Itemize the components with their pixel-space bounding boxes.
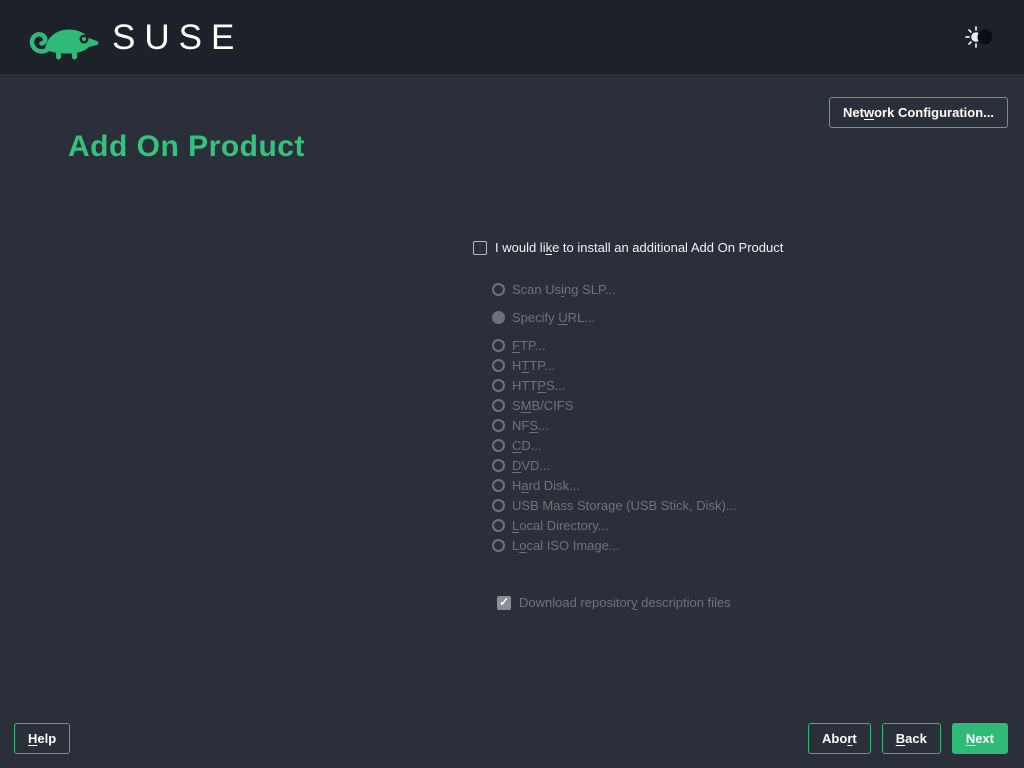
radio-circle-icon [492,499,505,512]
radio-local-directory[interactable]: Local Directory... [492,515,783,535]
suse-chameleon-icon [28,14,102,60]
radio-https[interactable]: HTTPS... [492,375,783,395]
radio-circle-icon [492,379,505,392]
help-button[interactable]: Help [14,723,70,754]
radio-ftp[interactable]: FTP... [492,335,783,355]
radio-dvd[interactable]: DVD... [492,455,783,475]
radio-circle-icon [492,339,505,352]
radio-specify-url[interactable]: Specify URL... [492,307,783,327]
radio-label: FTP... [512,338,546,353]
network-configuration-button[interactable]: Network Configuration... [829,97,1008,128]
download-descriptions-checkbox-box [497,596,511,610]
topbar: SUSE [0,0,1024,74]
install-addon-checkbox-box [473,241,487,255]
radio-circle-icon [492,539,505,552]
sun-moon-icon [964,25,996,49]
radio-label: HTTPS... [512,378,565,393]
theme-toggle-button[interactable] [964,25,996,49]
radio-nfs[interactable]: NFS... [492,415,783,435]
radio-label: Scan Using SLP... [512,282,616,297]
radio-circle-icon [492,311,505,324]
radio-circle-icon [492,399,505,412]
radio-http[interactable]: HTTP... [492,355,783,375]
install-addon-checkbox[interactable]: I would like to install an additional Ad… [473,239,783,256]
radio-circle-icon [492,519,505,532]
radio-scan-slp[interactable]: Scan Using SLP... [492,279,783,299]
radio-label: CD... [512,438,542,453]
radio-label: Specify URL... [512,310,595,325]
radio-circle-icon [492,419,505,432]
source-type-radio-group: Scan Using SLP... Specify URL... FTP... … [492,279,783,555]
radio-label: Hard Disk... [512,478,580,493]
radio-label: Local ISO Image... [512,538,620,553]
radio-circle-icon [492,479,505,492]
radio-label: DVD... [512,458,550,473]
radio-local-iso-image[interactable]: Local ISO Image... [492,535,783,555]
next-button[interactable]: Next [952,723,1008,754]
abort-button[interactable]: Abort [808,723,871,754]
addon-form: I would like to install an additional Ad… [473,239,783,611]
radio-circle-icon [492,283,505,296]
radio-usb-mass-storage[interactable]: USB Mass Storage (USB Stick, Disk)... [492,495,783,515]
radio-label: SMB/CIFS [512,398,573,413]
radio-smb-cifs[interactable]: SMB/CIFS [492,395,783,415]
radio-circle-icon [492,459,505,472]
radio-hard-disk[interactable]: Hard Disk... [492,475,783,495]
download-descriptions-checkbox[interactable]: Download repository description files [497,594,783,611]
radio-circle-icon [492,359,505,372]
download-descriptions-checkbox-label: Download repository description files [519,595,731,610]
radio-label: USB Mass Storage (USB Stick, Disk)... [512,498,737,513]
radio-circle-icon [492,439,505,452]
suse-logo: SUSE [28,14,243,60]
brand-wordmark: SUSE [112,20,243,55]
radio-label: HTTP... [512,358,555,373]
back-button[interactable]: Back [882,723,941,754]
radio-cd[interactable]: CD... [492,435,783,455]
install-addon-checkbox-label: I would like to install an additional Ad… [495,240,783,255]
radio-label: NFS... [512,418,549,433]
wizard-footer: Help Abort Back Next [14,723,1008,754]
page-title: Add On Product [68,127,305,167]
radio-label: Local Directory... [512,518,609,533]
